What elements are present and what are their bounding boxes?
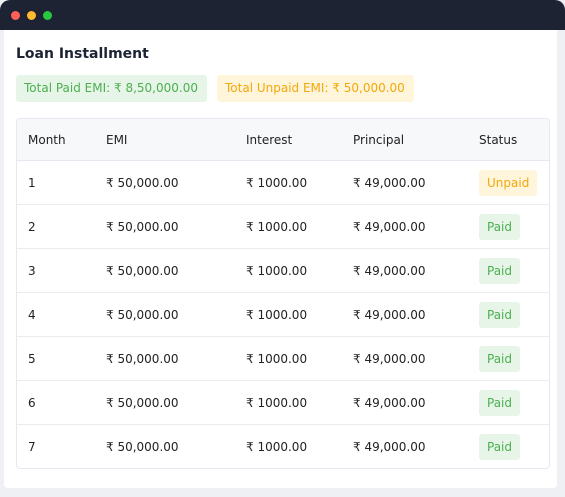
cell-emi: ₹ 50,000.00 [106, 307, 179, 322]
cell-interest: ₹ 1000.00 [246, 395, 308, 410]
table-row: 7 ₹ 50,000.00 ₹ 1000.00 ₹ 49,000.00 Paid [17, 425, 549, 468]
cell-interest: ₹ 1000.00 [246, 175, 308, 190]
title-bar [0, 0, 565, 30]
cell-month: 7 [28, 439, 36, 454]
table-row: 1 ₹ 50,000.00 ₹ 1000.00 ₹ 49,000.00 Unpaid [17, 161, 549, 205]
table-row: 3 ₹ 50,000.00 ₹ 1000.00 ₹ 49,000.00 Paid [17, 249, 549, 293]
cell-interest: ₹ 1000.00 [246, 219, 308, 234]
cell-status: Unpaid [479, 161, 538, 204]
cell-month: 2 [28, 219, 36, 234]
cell-month: 1 [28, 175, 36, 190]
header-status: Status [479, 132, 518, 147]
maximize-window-dot[interactable] [43, 10, 52, 20]
page-title: Loan Installment [16, 46, 149, 62]
cell-status: Paid [479, 337, 521, 380]
cell-principal: ₹ 49,000.00 [353, 439, 426, 454]
minimize-window-dot[interactable] [27, 10, 36, 20]
cell-interest: ₹ 1000.00 [246, 263, 308, 278]
cell-month: 3 [28, 263, 36, 278]
header-month: Month [28, 132, 66, 147]
cell-principal: ₹ 49,000.00 [353, 219, 426, 234]
cell-status: Paid [479, 381, 521, 424]
cell-status: Paid [479, 205, 521, 248]
close-window-dot[interactable] [11, 10, 20, 20]
cell-status: Paid [479, 249, 521, 292]
total-paid-emi-badge: Total Paid EMI: ₹ 8,50,000.00 [16, 75, 207, 102]
app-window: Loan Installment Total Paid EMI: ₹ 8,50,… [0, 0, 565, 497]
cell-emi: ₹ 50,000.00 [106, 439, 179, 454]
cell-emi: ₹ 50,000.00 [106, 395, 179, 410]
table-body: 1 ₹ 50,000.00 ₹ 1000.00 ₹ 49,000.00 Unpaid 2 ₹… [17, 161, 549, 468]
content-panel: Loan Installment Total Paid EMI: ₹ 8,50,… [4, 30, 557, 488]
installment-table: Month EMI Interest Principal Status 1 ₹ 5… [16, 118, 550, 469]
table-row: 2 ₹ 50,000.00 ₹ 1000.00 ₹ 49,000.00 Paid [17, 205, 549, 249]
cell-principal: ₹ 49,000.00 [353, 307, 426, 322]
table-header: Month EMI Interest Principal Status [17, 119, 549, 161]
total-unpaid-emi-badge: Total Unpaid EMI: ₹ 50,000.00 [217, 75, 414, 102]
status-badge: Paid [479, 301, 521, 328]
status-badge: Paid [479, 257, 521, 284]
status-badge: Unpaid [479, 169, 538, 196]
cell-emi: ₹ 50,000.00 [106, 219, 179, 234]
table-row: 5 ₹ 50,000.00 ₹ 1000.00 ₹ 49,000.00 Paid [17, 337, 549, 381]
cell-month: 6 [28, 395, 36, 410]
cell-status: Paid [479, 293, 521, 336]
cell-emi: ₹ 50,000.00 [106, 351, 179, 366]
cell-principal: ₹ 49,000.00 [353, 351, 426, 366]
cell-interest: ₹ 1000.00 [246, 307, 308, 322]
cell-month: 5 [28, 351, 36, 366]
cell-principal: ₹ 49,000.00 [353, 395, 426, 410]
header-interest: Interest [246, 132, 293, 147]
status-badge: Paid [479, 433, 521, 460]
status-badge: Paid [479, 213, 521, 240]
cell-principal: ₹ 49,000.00 [353, 263, 426, 278]
cell-interest: ₹ 1000.00 [246, 439, 308, 454]
cell-status: Paid [479, 425, 521, 468]
cell-month: 4 [28, 307, 36, 322]
cell-emi: ₹ 50,000.00 [106, 175, 179, 190]
header-principal: Principal [353, 132, 405, 147]
table-row: 6 ₹ 50,000.00 ₹ 1000.00 ₹ 49,000.00 Paid [17, 381, 549, 425]
status-badge: Paid [479, 389, 521, 416]
header-emi: EMI [106, 132, 128, 147]
table-row: 4 ₹ 50,000.00 ₹ 1000.00 ₹ 49,000.00 Paid [17, 293, 549, 337]
cell-principal: ₹ 49,000.00 [353, 175, 426, 190]
cell-emi: ₹ 50,000.00 [106, 263, 179, 278]
status-badge: Paid [479, 345, 521, 372]
cell-interest: ₹ 1000.00 [246, 351, 308, 366]
